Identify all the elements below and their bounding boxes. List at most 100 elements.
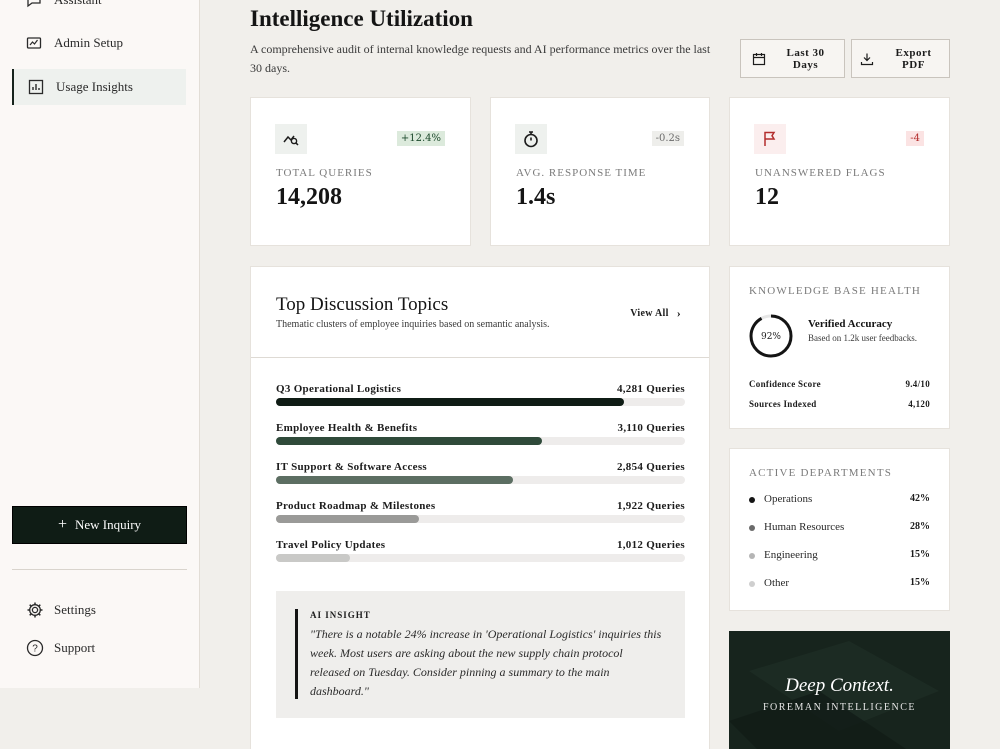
stopwatch-icon	[515, 124, 547, 154]
topic-bar-track	[276, 476, 685, 484]
sidebar-item-assistant[interactable]: Assistant	[12, 0, 186, 18]
stat-label: UNANSWERED FLAGS	[755, 167, 886, 179]
download-icon	[860, 52, 874, 66]
topic-row[interactable]: Employee Health & Benefits 3,110 Queries	[276, 422, 685, 452]
sidebar-item-label: Usage Insights	[56, 79, 133, 94]
active-departments-card: ACTIVE DEPARTMENTS Operations 42% Human Re…	[729, 448, 950, 611]
topic-bar-fill	[276, 554, 350, 562]
department-name: Engineering	[764, 549, 818, 561]
view-all-link[interactable]: View All ›	[630, 306, 681, 321]
support-link[interactable]: ? Support	[26, 638, 95, 658]
stat-label: AVG. RESPONSE TIME	[516, 167, 647, 179]
accuracy-subtitle: Based on 1.2k user feedbacks.	[808, 333, 917, 343]
topic-row[interactable]: IT Support & Software Access 2,854 Querie…	[276, 461, 685, 491]
view-all-label: View All	[630, 308, 669, 319]
promo-title: Deep Context.	[785, 675, 894, 696]
stat-card-unanswered-flags: -4 UNANSWERED FLAGS 12	[729, 97, 950, 246]
department-percent: 15%	[910, 549, 930, 560]
flag-icon	[754, 124, 786, 154]
export-pdf-label: Export PDF	[895, 46, 932, 71]
topic-count: 1,922 Queries	[616, 500, 685, 512]
sidebar-item-label: Admin Setup	[54, 35, 123, 50]
department-percent: 28%	[910, 521, 930, 532]
sidebar: Assistant Admin Setup Usage Insights + N…	[0, 0, 200, 688]
svg-text:?: ?	[32, 644, 38, 655]
accuracy-ring: 92%	[749, 314, 793, 358]
sources-row: Sources Indexed 4,120	[749, 399, 930, 409]
department-name: Human Resources	[764, 521, 845, 533]
gear-icon	[26, 601, 44, 619]
topics-subtitle: Thematic clusters of employee inquiries …	[276, 319, 550, 330]
promo-subtitle: FOREMAN INTELLIGENCE	[762, 702, 917, 713]
topic-count: 3,110 Queries	[617, 422, 685, 434]
department-name: Other	[764, 577, 790, 589]
accuracy-ring-value: 92%	[761, 332, 781, 342]
department-percent: 42%	[910, 493, 930, 504]
department-row: Human Resources 28%	[749, 521, 930, 537]
sidebar-item-label: Assistant	[54, 0, 102, 8]
topic-bar-fill	[276, 476, 514, 484]
topic-count: 2,854 Queries	[616, 461, 685, 473]
export-pdf-button[interactable]: Export PDF	[851, 39, 950, 78]
status-badge: -4	[906, 131, 924, 146]
topic-bar-fill	[276, 515, 420, 523]
topic-name: Q3 Operational Logistics	[276, 383, 402, 395]
confidence-value: 9.4/10	[905, 379, 930, 389]
topic-name: Product Roadmap & Milestones	[276, 500, 436, 512]
help-circle-icon: ?	[26, 639, 44, 657]
settings-label: Settings	[54, 602, 96, 617]
stat-card-total-queries: +12.4% TOTAL QUERIES 14,208	[250, 97, 471, 246]
knowledge-health-card: KNOWLEDGE BASE HEALTH 92% Verified Accur…	[729, 266, 950, 429]
topics-title: Top Discussion Topics	[276, 294, 449, 315]
settings-link[interactable]: Settings	[26, 600, 96, 620]
sidebar-item-admin-setup[interactable]: Admin Setup	[12, 25, 186, 61]
new-inquiry-label: New Inquiry	[74, 517, 142, 532]
admin-icon	[26, 35, 42, 51]
department-dot	[749, 497, 755, 503]
calendar-icon	[752, 52, 766, 66]
sidebar-item-usage-insights[interactable]: Usage Insights	[12, 69, 186, 105]
date-range-button[interactable]: Last 30 Days	[740, 39, 845, 78]
status-badge: +12.4%	[396, 131, 445, 146]
ai-insight-box: AI INSIGHT "There is a notable 24% incre…	[276, 591, 685, 718]
topic-row[interactable]: Product Roadmap & Milestones 1,922 Querie…	[276, 500, 685, 530]
topic-row[interactable]: Travel Policy Updates 1,012 Queries	[276, 539, 685, 569]
topic-name: Travel Policy Updates	[276, 539, 386, 551]
department-percent: 15%	[910, 577, 930, 588]
stat-card-avg-response-time: -0.2s AVG. RESPONSE TIME 1.4s	[490, 97, 710, 246]
support-label: Support	[54, 640, 96, 655]
sidebar-divider	[12, 569, 187, 570]
chart-icon	[28, 79, 44, 95]
department-dot	[749, 553, 755, 559]
stat-value: 14,208	[276, 184, 342, 210]
confidence-label: Confidence Score	[749, 379, 821, 389]
status-badge: -0.2s	[651, 131, 684, 146]
topic-bar-track	[276, 554, 685, 562]
trend-search-icon	[275, 124, 307, 154]
department-dot	[749, 525, 755, 531]
topic-row[interactable]: Q3 Operational Logistics 4,281 Queries	[276, 383, 685, 413]
insight-text: "There is a notable 24% increase in 'Ope…	[310, 627, 662, 698]
department-dot	[749, 581, 755, 587]
stat-value: 1.4s	[516, 184, 556, 210]
topic-name: IT Support & Software Access	[276, 461, 427, 473]
page-title: Intelligence Utilization	[250, 6, 473, 31]
knowledge-label: KNOWLEDGE BASE HEALTH	[749, 285, 922, 297]
topics-divider	[251, 357, 709, 358]
topic-bar-fill	[276, 398, 624, 406]
promo-banner: Deep Context. FOREMAN INTELLIGENCE	[729, 631, 950, 749]
topic-count: 4,281 Queries	[616, 383, 685, 395]
accuracy-title: Verified Accuracy	[808, 318, 893, 330]
chevron-right-icon: ›	[676, 306, 681, 320]
stat-label: TOTAL QUERIES	[276, 167, 373, 179]
date-range-label: Last 30 Days	[786, 46, 825, 71]
new-inquiry-button[interactable]: + New Inquiry	[12, 506, 187, 544]
department-row: Other 15%	[749, 577, 930, 593]
page-subtitle: A comprehensive audit of internal knowle…	[250, 42, 711, 75]
insight-label: AI INSIGHT	[310, 610, 371, 620]
topic-count: 1,012 Queries	[616, 539, 685, 551]
topic-bar-fill	[276, 437, 542, 445]
department-row: Engineering 15%	[749, 549, 930, 565]
confidence-row: Confidence Score 9.4/10	[749, 379, 930, 389]
plus-icon: +	[57, 516, 67, 533]
